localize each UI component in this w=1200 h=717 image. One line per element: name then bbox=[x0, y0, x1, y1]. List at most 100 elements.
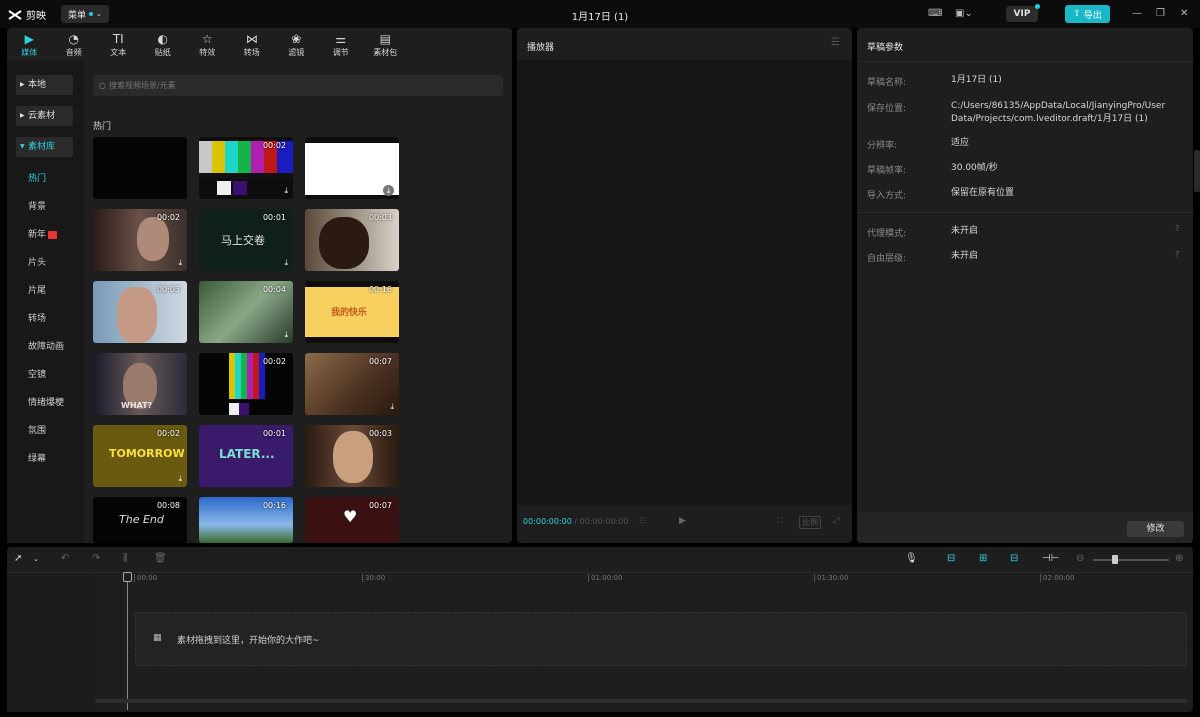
auto-snap-icon[interactable]: ⊞ bbox=[979, 553, 987, 564]
media-thumb[interactable]: ♥ 00:07 bbox=[305, 497, 399, 543]
sidebar-item-outro[interactable]: 片尾 bbox=[28, 283, 46, 296]
duration-label: 00:16 bbox=[262, 501, 286, 510]
property-value: 保留在原有位置 bbox=[951, 188, 1015, 198]
tab-audio[interactable]: ◔ 音频 bbox=[52, 28, 97, 61]
media-thumb[interactable]: 00:03 bbox=[305, 425, 399, 487]
sidebar-item-intro[interactable]: 片头 bbox=[28, 255, 46, 268]
tab-text[interactable]: TI 文本 bbox=[96, 28, 141, 61]
zoom-in-icon[interactable]: ⊕ bbox=[1175, 553, 1183, 564]
chevron-down-icon[interactable]: ⌄ bbox=[33, 555, 39, 563]
media-thumb[interactable]: LATER... 00:01 bbox=[199, 425, 293, 487]
help-icon[interactable]: ? bbox=[1175, 224, 1179, 233]
media-thumb[interactable]: 00:02 ⤓ bbox=[199, 137, 293, 199]
media-thumb[interactable]: WHAT? bbox=[93, 353, 187, 415]
sidebar-item-glitch[interactable]: 故障动画 bbox=[28, 339, 64, 352]
media-thumb[interactable] bbox=[93, 137, 187, 199]
media-thumb[interactable]: 00:03 bbox=[305, 209, 399, 271]
delete-icon[interactable]: 🗑 bbox=[154, 553, 167, 564]
person-image bbox=[319, 217, 369, 269]
search-input[interactable]: ○ 搜索视频场景/元素 bbox=[93, 75, 503, 96]
media-thumb[interactable]: ⤓ bbox=[305, 137, 399, 199]
properties-title: 草稿参数 bbox=[867, 43, 904, 53]
select-cursor-icon[interactable]: ➚ bbox=[14, 553, 22, 564]
keyboard-icon[interactable]: ⌨ bbox=[928, 8, 942, 19]
microphone-icon[interactable]: 🎙 bbox=[905, 553, 918, 564]
download-icon[interactable]: ⤓ bbox=[284, 330, 288, 340]
maximize-icon[interactable]: ❐ bbox=[1156, 8, 1165, 19]
close-icon[interactable]: ✕ bbox=[1180, 8, 1188, 19]
sidebar-item-background[interactable]: 背景 bbox=[28, 199, 46, 212]
play-icon[interactable]: ▶ bbox=[679, 516, 686, 526]
sidebar-item-green-screen[interactable]: 绿幕 bbox=[28, 451, 46, 464]
film-icon: ▦ bbox=[153, 633, 162, 643]
zoom-slider[interactable] bbox=[1093, 559, 1169, 561]
media-thumb[interactable]: 00:02 ⤓ bbox=[93, 209, 187, 271]
media-thumb[interactable]: 00:16 bbox=[199, 497, 293, 543]
zoom-out-icon[interactable]: ⊖ bbox=[1076, 553, 1084, 564]
layout-icon[interactable]: ▣⌄ bbox=[955, 8, 973, 19]
sidebar-item-new-year[interactable]: 新年 bbox=[28, 227, 58, 240]
export-icon: ⇪ bbox=[1073, 9, 1081, 19]
fullscreen-icon[interactable]: ⤢ bbox=[833, 516, 839, 526]
media-thumb[interactable]: 00:04 ⤓ bbox=[199, 281, 293, 343]
media-thumb[interactable]: 马上交卷 00:01 ⤓ bbox=[199, 209, 293, 271]
timecode-format-icon[interactable]: ☷ bbox=[639, 516, 646, 525]
preview-axis-icon[interactable]: ⊣⊢ bbox=[1042, 553, 1059, 564]
media-thumb[interactable]: 00:07 ⤓ bbox=[305, 353, 399, 415]
duration-label: 00:02 bbox=[262, 357, 286, 366]
sidebar-item-empty-shot[interactable]: 空镜 bbox=[28, 367, 46, 380]
vip-button[interactable]: VIP bbox=[1006, 4, 1040, 22]
linkage-icon[interactable]: ⊟ bbox=[1010, 553, 1018, 564]
redo-icon[interactable]: ↷ bbox=[92, 553, 100, 564]
tab-filter[interactable]: ❀ 滤镜 bbox=[274, 28, 319, 61]
person-image bbox=[333, 431, 373, 483]
modify-button[interactable]: 修改 bbox=[1127, 521, 1184, 537]
new-badge-icon bbox=[48, 230, 58, 239]
sidebar-item-atmosphere[interactable]: 氛围 bbox=[28, 423, 46, 436]
download-icon[interactable]: ⤓ bbox=[390, 402, 394, 412]
media-thumb[interactable]: 我的快乐 00:16 bbox=[305, 281, 399, 343]
fit-icon[interactable]: ⛶ bbox=[777, 516, 783, 526]
playhead[interactable] bbox=[127, 572, 128, 710]
ratio-button[interactable]: 比例 bbox=[799, 516, 821, 529]
sidebar-item-emotion-meme[interactable]: 情绪爆梗 bbox=[28, 395, 64, 408]
horizontal-scrollbar[interactable] bbox=[95, 699, 1187, 703]
sidebar-section-library[interactable]: ▼ 素材库 bbox=[16, 137, 73, 157]
duration-label: 00:01 bbox=[262, 429, 286, 438]
preview-screen[interactable] bbox=[517, 60, 852, 505]
caret-down-icon: ▼ bbox=[20, 143, 25, 150]
help-icon[interactable]: ? bbox=[1175, 250, 1179, 259]
sidebar-section-cloud[interactable]: ▶ 云素材 bbox=[16, 106, 73, 126]
sidebar-section-local[interactable]: ▶ 本地 bbox=[16, 75, 73, 95]
panel-resize-handle[interactable] bbox=[1194, 150, 1200, 192]
download-icon[interactable]: ⤓ bbox=[284, 186, 288, 196]
split-icon[interactable]: ⫼ bbox=[123, 553, 128, 564]
download-icon[interactable]: ⤓ bbox=[178, 474, 182, 484]
tab-package[interactable]: ▤ 素材包 bbox=[363, 28, 408, 61]
tab-adjust[interactable]: ⚌ 调节 bbox=[319, 28, 364, 61]
undo-icon[interactable]: ↶ bbox=[61, 553, 69, 564]
media-thumb[interactable]: TOMORROW 00:02 ⤓ bbox=[93, 425, 187, 487]
property-label: 自由层级: bbox=[867, 254, 907, 264]
download-icon[interactable]: ⤓ bbox=[178, 258, 182, 268]
menu-icon[interactable]: ☰ bbox=[831, 37, 840, 48]
download-icon[interactable]: ⤓ bbox=[383, 185, 394, 196]
media-thumb[interactable]: 00:03 bbox=[93, 281, 187, 343]
duration-label: 00:16 bbox=[368, 285, 392, 294]
transition-icon: ⋈ bbox=[245, 32, 258, 46]
export-button[interactable]: ⇪ 导出 bbox=[1065, 5, 1110, 23]
tab-sticker[interactable]: ◐ 贴纸 bbox=[141, 28, 186, 61]
media-thumb[interactable]: 00:02 bbox=[199, 353, 293, 415]
property-label: 草稿名称: bbox=[867, 78, 907, 88]
playhead-handle[interactable] bbox=[123, 572, 132, 582]
download-icon[interactable]: ⤓ bbox=[284, 258, 288, 268]
tab-transition[interactable]: ⋈ 转场 bbox=[230, 28, 275, 61]
sidebar-item-hot[interactable]: 热门 bbox=[28, 171, 46, 184]
sidebar-item-transition[interactable]: 转场 bbox=[28, 311, 46, 324]
main-track-magnet-icon[interactable]: ⊟ bbox=[947, 553, 955, 564]
zoom-slider-handle[interactable] bbox=[1112, 555, 1118, 564]
tab-media[interactable]: ▶ 媒体 bbox=[7, 28, 52, 61]
minimize-icon[interactable]: — bbox=[1132, 8, 1142, 19]
tab-effects[interactable]: ☆ 特效 bbox=[185, 28, 230, 61]
media-thumb[interactable]: The End 00:08 bbox=[93, 497, 187, 543]
